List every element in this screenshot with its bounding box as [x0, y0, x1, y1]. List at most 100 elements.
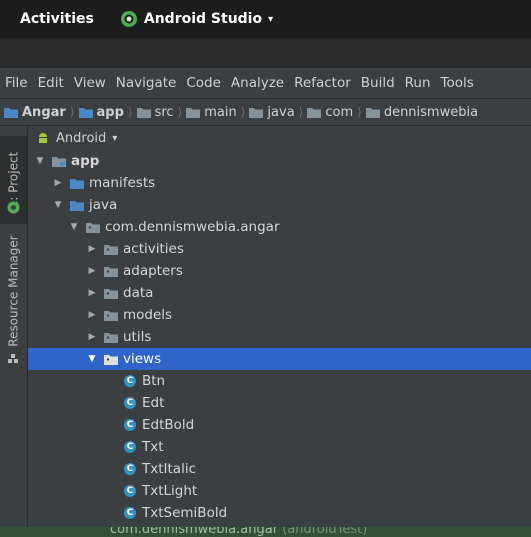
- tree-row-txtitalic[interactable]: C TxtItalic: [28, 458, 531, 480]
- expand-arrow-icon[interactable]: ▼: [34, 156, 46, 166]
- breadcrumb-item[interactable]: app ⟩: [78, 105, 137, 120]
- tree-label: manifests: [89, 175, 156, 191]
- tree-row-models[interactable]: ▶ models: [28, 304, 531, 326]
- package-icon: [104, 354, 118, 365]
- tree-label: TxtItalic: [142, 461, 196, 477]
- folder-icon: [186, 107, 201, 118]
- menu-view[interactable]: View: [74, 75, 106, 91]
- tree-row-java[interactable]: ▼ java: [28, 194, 531, 216]
- resource-manager-icon: [7, 351, 20, 364]
- project-tree: ▼ app ▶ manifests ▼ java ▼ com.dennismwebia.ang…: [28, 150, 531, 524]
- folder-icon: [70, 178, 84, 189]
- tree-row-com-dennismwebia-angar[interactable]: ▼ com.dennismwebia.angar: [28, 216, 531, 238]
- tree-label: Edt: [142, 395, 165, 411]
- tree-row-views[interactable]: ▼ views: [28, 348, 531, 370]
- folder-icon: [78, 107, 93, 118]
- package-icon: [104, 266, 118, 277]
- folder-icon: [307, 107, 322, 118]
- tab-resource-manager-label: Resource Manager: [6, 235, 21, 347]
- breadcrumb-item[interactable]: src ⟩: [136, 104, 187, 120]
- menu-file[interactable]: File: [5, 75, 28, 91]
- tree-label: TxtLight: [142, 483, 198, 499]
- breadcrumb-separator: ⟩: [177, 105, 183, 119]
- breadcrumb-separator: ⟩: [127, 105, 133, 119]
- tree-label: adapters: [123, 263, 183, 279]
- tree-label: models: [123, 307, 173, 323]
- tree-label: views: [123, 351, 162, 367]
- breadcrumb-item[interactable]: main ⟩: [186, 105, 249, 120]
- tree-label: TxtSemiBold: [142, 505, 228, 521]
- class-icon: C: [124, 397, 136, 409]
- partial-row-suffix: (androidTest): [282, 527, 368, 537]
- view-selector[interactable]: Android: [56, 131, 106, 146]
- collapse-arrow-icon[interactable]: ▶: [52, 178, 64, 188]
- tree-row-btn[interactable]: C Btn: [28, 370, 531, 392]
- folder-icon: [249, 107, 264, 118]
- tree-row-txtsemibold[interactable]: C TxtSemiBold: [28, 502, 531, 524]
- folder-icon: [365, 107, 380, 118]
- project-panel: Android ▾ ▼ app ▶ manifests ▼ java ▼ com.dennis…: [28, 126, 531, 537]
- activities-button[interactable]: Activities: [20, 11, 94, 27]
- expand-arrow-icon[interactable]: ▼: [68, 222, 80, 232]
- tree-row-edt[interactable]: C Edt: [28, 392, 531, 414]
- app-menu[interactable]: Android Studio ▾: [120, 10, 273, 28]
- menu-navigate[interactable]: Navigate: [116, 75, 177, 91]
- panel-header[interactable]: Android ▾: [28, 126, 531, 150]
- tree-row-txtlight[interactable]: C TxtLight: [28, 480, 531, 502]
- collapse-arrow-icon[interactable]: ▶: [86, 244, 98, 254]
- menu-run[interactable]: Run: [405, 75, 431, 91]
- tree-row-activities[interactable]: ▶ activities: [28, 238, 531, 260]
- class-icon: C: [124, 507, 136, 519]
- partial-tree-row[interactable]: com.dennismwebia.angar (androidTest): [0, 527, 531, 537]
- expand-arrow-icon[interactable]: ▼: [52, 200, 64, 210]
- menu-tools[interactable]: Tools: [441, 75, 474, 91]
- menu-build[interactable]: Build: [361, 75, 395, 91]
- tree-row-edtbold[interactable]: C EdtBold: [28, 414, 531, 436]
- breadcrumb: Angar ⟩ app ⟩ src ⟩ main ⟩ java ⟩ com ⟩ dennismwebia: [0, 98, 531, 126]
- expand-arrow-icon[interactable]: ▼: [86, 354, 98, 364]
- tree-row-data[interactable]: ▶ data: [28, 282, 531, 304]
- breadcrumb-item[interactable]: dennismwebia: [365, 104, 479, 120]
- folder-icon: [70, 200, 84, 211]
- android-studio-icon: [120, 11, 137, 27]
- tree-label: java: [89, 197, 118, 213]
- partial-row-label: com.dennismwebia.angar: [110, 527, 279, 537]
- breadcrumb-label: main: [204, 104, 237, 120]
- menu-bar: File Edit View Navigate Code Analyze Refactor B…: [0, 68, 531, 98]
- breadcrumb-label: src: [154, 104, 174, 120]
- project-icon: [4, 107, 18, 118]
- tree-row-app[interactable]: ▼ app: [28, 150, 531, 172]
- collapse-arrow-icon[interactable]: ▶: [86, 310, 98, 320]
- folder-icon: [136, 107, 151, 118]
- tree-row-adapters[interactable]: ▶ adapters: [28, 260, 531, 282]
- tree-label: EdtBold: [142, 417, 195, 433]
- package-icon: [104, 310, 118, 321]
- breadcrumb-label: dennismwebia: [383, 104, 479, 120]
- breadcrumb-item[interactable]: Angar ⟩: [0, 105, 79, 120]
- package-icon: [104, 332, 118, 343]
- package-icon: [104, 288, 118, 299]
- breadcrumb-separator: ⟩: [69, 105, 75, 119]
- breadcrumb-item[interactable]: java ⟩: [249, 105, 307, 120]
- tab-resource-manager[interactable]: Resource Manager: [0, 231, 27, 351]
- window-title-bar: [0, 38, 531, 68]
- breadcrumb-item[interactable]: com ⟩: [307, 105, 365, 120]
- breadcrumb-label: com: [325, 104, 354, 120]
- class-icon: C: [124, 375, 136, 387]
- class-icon: C: [124, 485, 136, 497]
- collapse-arrow-icon[interactable]: ▶: [86, 332, 98, 342]
- tree-row-txt[interactable]: C Txt: [28, 436, 531, 458]
- chevron-down-icon: ▾: [112, 132, 118, 144]
- menu-code[interactable]: Code: [186, 75, 221, 91]
- menu-edit[interactable]: Edit: [38, 75, 64, 91]
- collapse-arrow-icon[interactable]: ▶: [86, 288, 98, 298]
- chevron-down-icon: ▾: [268, 13, 274, 25]
- breadcrumb-separator: ⟩: [240, 105, 246, 119]
- menu-analyze[interactable]: Analyze: [231, 75, 284, 91]
- tree-row-utils[interactable]: ▶ utils: [28, 326, 531, 348]
- breadcrumb-label: Angar: [22, 104, 66, 120]
- collapse-arrow-icon[interactable]: ▶: [86, 266, 98, 276]
- tree-row-manifests[interactable]: ▶ manifests: [28, 172, 531, 194]
- android-robot-icon: [39, 133, 47, 143]
- menu-refactor[interactable]: Refactor: [294, 75, 351, 91]
